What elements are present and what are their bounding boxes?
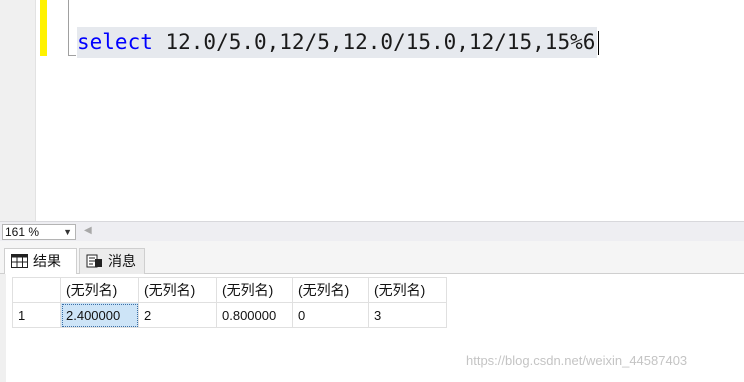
row-number[interactable]: 1 xyxy=(12,302,61,328)
grid-cell[interactable]: 2.400000 xyxy=(60,302,139,328)
editor-gutter xyxy=(0,0,36,221)
table-row: 1 2.400000 2 0.800000 0 3 xyxy=(12,302,447,328)
row-header-corner[interactable] xyxy=(12,277,61,303)
grid-cell[interactable]: 2 xyxy=(138,302,217,328)
tab-results-label: 结果 xyxy=(33,253,61,269)
message-icon xyxy=(86,254,102,268)
results-tab-strip: 结果 消息 xyxy=(0,241,744,275)
scroll-left-icon[interactable]: ◀ xyxy=(84,225,92,236)
tab-results[interactable]: 结果 xyxy=(4,248,77,275)
query-editor[interactable]: select 12.0/5.0,12/5,12.0/15.0,12/15,15%… xyxy=(0,0,744,221)
column-header[interactable]: (无列名) xyxy=(368,277,447,303)
grid-cell[interactable]: 3 xyxy=(368,302,447,328)
code-line[interactable]: select 12.0/5.0,12/5,12.0/15.0,12/15,15%… xyxy=(77,27,598,58)
sql-keyword: select xyxy=(77,30,153,54)
zoom-value: 161 % xyxy=(5,225,40,239)
grid-icon xyxy=(11,254,28,268)
zoom-dropdown[interactable]: 161 % ▼ xyxy=(2,224,76,240)
results-grid: (无列名) (无列名) (无列名) (无列名) (无列名) 1 2.400000… xyxy=(12,277,447,328)
sql-expression: 12.0/5.0,12/5,12.0/15.0,12/15,15%6 xyxy=(152,30,596,54)
column-header[interactable]: (无列名) xyxy=(138,277,217,303)
chevron-down-icon: ▼ xyxy=(63,227,72,237)
tab-messages-label: 消息 xyxy=(108,253,136,269)
outline-guide xyxy=(68,0,69,56)
column-header[interactable]: (无列名) xyxy=(292,277,369,303)
text-caret xyxy=(598,31,599,55)
column-header[interactable]: (无列名) xyxy=(216,277,293,303)
column-header[interactable]: (无列名) xyxy=(60,277,139,303)
zoom-bar: 161 % ▼ ◀ xyxy=(0,221,744,241)
tab-messages[interactable]: 消息 xyxy=(79,248,145,275)
grid-cell[interactable]: 0.800000 xyxy=(216,302,293,328)
outline-guide-tick xyxy=(68,55,76,56)
grid-cell[interactable]: 0 xyxy=(292,302,369,328)
watermark-text: https://blog.csdn.net/weixin_44587403 xyxy=(466,353,688,368)
grid-header-row: (无列名) (无列名) (无列名) (无列名) (无列名) xyxy=(12,277,447,303)
change-indicator-bar xyxy=(40,0,47,56)
